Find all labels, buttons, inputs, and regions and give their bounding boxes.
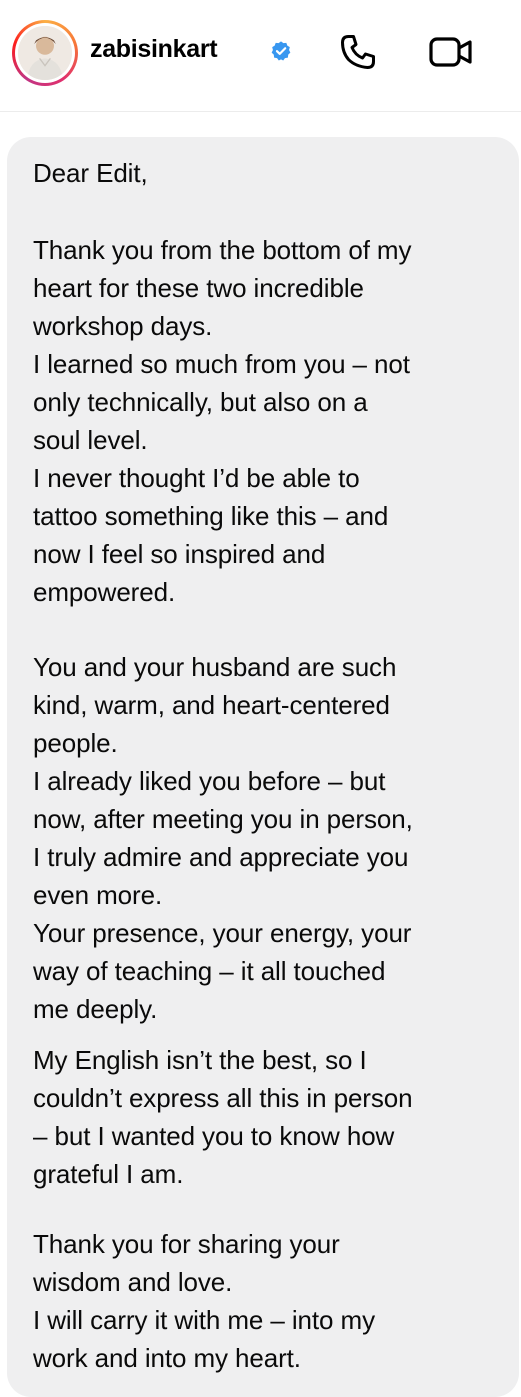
message-line: now I feel so inspired and [33,539,326,569]
video-camera-icon[interactable] [428,34,474,70]
message-line: You and your husband are such [33,652,397,682]
message-line: I never thought I’d be able to [33,463,360,493]
message-line: workshop days. [33,311,213,341]
message-line: My English isn’t the best, so I [33,1045,367,1075]
message-line: couldn’t express all this in person [33,1083,413,1113]
message-line: soul level. [33,425,148,455]
phone-icon[interactable] [338,32,378,72]
message-line: Your presence, your energy, your [33,918,412,948]
username[interactable]: zabisinkart [90,34,218,64]
message-line: Thank you for sharing your [33,1229,340,1259]
message-line: even more. [33,880,163,910]
message-line: I already liked you before – but [33,766,386,796]
message-line: heart for these two incredible [33,273,364,303]
message-line: empowered. [33,577,176,607]
avatar[interactable] [12,20,78,86]
message-line: grateful I am. [33,1159,184,1189]
message-line: me deeply. [33,994,158,1024]
message-line: Dear Edit, [33,158,148,188]
message-line: I learned so much from you – not [33,349,410,379]
verified-badge-icon [271,41,291,61]
message-bubble[interactable]: Dear Edit, Thank you from the bottom of … [7,137,519,1397]
message-line: tattoo something like this – and [33,501,389,531]
message-line: I truly admire and appreciate you [33,842,409,872]
message-line: people. [33,728,118,758]
chat-header: zabisinkart [0,0,521,112]
message-line: only technically, but also on a [33,387,368,417]
message-line: – but I wanted you to know how [33,1121,395,1151]
message-line: I will carry it with me – into my [33,1305,375,1335]
message-line: work and into my heart. [33,1343,301,1373]
message-line: wisdom and love. [33,1267,233,1297]
message-line: way of teaching – it all touched [33,956,386,986]
profile-photo-icon [18,26,72,80]
message-line: Thank you from the bottom of my [33,235,412,265]
message-line: now, after meeting you in person, [33,804,413,834]
message-line: kind, warm, and heart-centered [33,690,390,720]
